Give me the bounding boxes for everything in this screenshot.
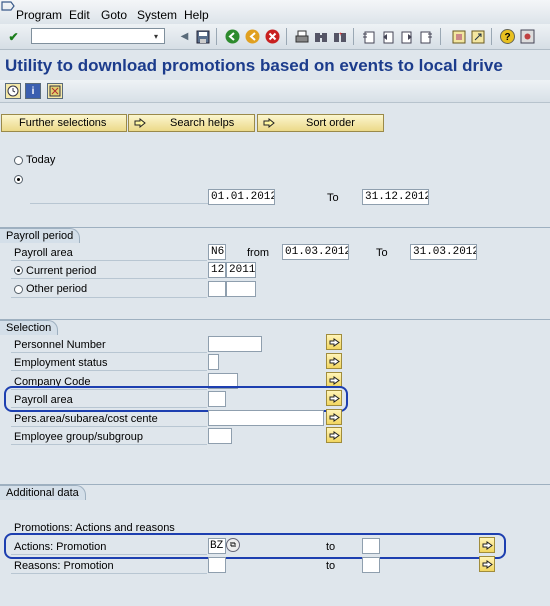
shortcut-icon[interactable]	[469, 28, 486, 45]
multiple-selection-button[interactable]	[326, 353, 342, 369]
personnel-number-field[interactable]	[208, 336, 262, 352]
find-icon[interactable]	[312, 28, 329, 45]
other-period-number-field[interactable]	[208, 281, 226, 297]
menu-edit[interactable]: Edit	[69, 8, 90, 22]
arrow-right-icon	[329, 356, 340, 366]
enter-icon[interactable]: ✔	[5, 28, 22, 45]
reasons-to-label: to	[326, 560, 336, 572]
pers-area-field[interactable]	[208, 410, 324, 426]
next-page-icon[interactable]	[398, 28, 415, 45]
reasons-promotion-label: Reasons: Promotion	[14, 560, 114, 572]
multiple-selection-button[interactable]	[479, 556, 495, 572]
date-to-field[interactable]: 31.12.2012	[362, 189, 429, 205]
multiple-selection-button[interactable]	[326, 409, 342, 425]
to-label: To	[327, 192, 339, 204]
arrow-right-icon	[329, 337, 340, 347]
from-label: from	[247, 247, 269, 259]
current-period-radio[interactable]	[14, 266, 23, 275]
payroll-period-header: Payroll period	[0, 228, 81, 243]
previous-page-icon[interactable]	[379, 28, 396, 45]
exit-icon[interactable]	[244, 28, 261, 45]
date-from-field[interactable]: 01.01.2012	[208, 189, 275, 205]
payroll-area-label: Payroll area	[14, 247, 73, 259]
help-icon[interactable]: ?	[499, 28, 516, 45]
command-field[interactable]	[31, 28, 165, 44]
personnel-number-label: Personnel Number	[14, 339, 106, 351]
pers-area-label: Pers.area/subarea/cost cente	[14, 413, 158, 425]
back-icon[interactable]	[224, 28, 241, 45]
current-period-label: Current period	[26, 265, 97, 277]
arrow-right-icon	[263, 118, 275, 128]
page-title: Utility to download promotions based on …	[5, 56, 503, 75]
today-radio[interactable]	[14, 156, 23, 165]
menu-system[interactable]: System	[137, 8, 177, 22]
employment-status-label: Employment status	[14, 357, 108, 369]
arrow-right-icon	[329, 375, 340, 385]
selection-header: Selection	[0, 320, 59, 335]
menu-help[interactable]: Help	[184, 8, 209, 22]
variant-icon[interactable]	[47, 83, 63, 99]
other-period-year-field[interactable]	[226, 281, 256, 297]
execute-icon[interactable]	[5, 83, 21, 99]
menu-bar: Program Edit Goto System Help	[0, 0, 550, 25]
highlight-payroll-area	[4, 386, 348, 412]
period-from-field[interactable]: 01.03.2012	[282, 244, 349, 260]
arrow-right-icon	[134, 118, 146, 128]
reasons-promotion-field[interactable]	[208, 557, 226, 573]
search-helps-button[interactable]: Search helps	[128, 114, 255, 132]
further-selections-button[interactable]: Further selections	[1, 114, 127, 132]
employee-group-field[interactable]	[208, 428, 232, 444]
reasons-to-field[interactable]	[362, 557, 380, 573]
last-page-icon[interactable]	[417, 28, 434, 45]
period-to-label: To	[376, 247, 388, 259]
customize-layout-icon[interactable]	[519, 28, 536, 45]
svg-text:+: +	[339, 32, 343, 38]
date-range-radio[interactable]	[14, 175, 23, 184]
print-icon[interactable]	[293, 28, 310, 45]
other-period-label: Other period	[26, 283, 88, 295]
menu-program[interactable]: Program	[16, 8, 62, 22]
arrow-right-icon	[329, 412, 340, 422]
arrow-right-icon	[329, 430, 340, 440]
multiple-selection-button[interactable]	[326, 334, 342, 350]
find-next-icon[interactable]: +	[331, 28, 348, 45]
payroll-area-field[interactable]: N6	[208, 244, 226, 260]
svg-text:?: ?	[505, 32, 511, 43]
cancel-icon[interactable]	[264, 28, 281, 45]
information-icon[interactable]: i	[25, 83, 41, 99]
arrow-right-icon	[482, 559, 493, 569]
employment-status-field[interactable]	[208, 354, 219, 370]
period-to-field[interactable]: 31.03.2012	[410, 244, 477, 260]
current-period-number-field[interactable]: 12	[208, 262, 226, 278]
save-icon[interactable]	[194, 28, 211, 45]
menu-goto[interactable]: Goto	[101, 8, 127, 22]
collapse-arrow-icon[interactable]: ◀	[176, 28, 193, 45]
first-page-icon[interactable]	[360, 28, 377, 45]
additional-data-header: Additional data	[0, 485, 86, 500]
employee-group-label: Employee group/subgroup	[14, 431, 144, 443]
other-period-radio[interactable]	[14, 285, 23, 294]
new-session-icon[interactable]	[450, 28, 467, 45]
today-label: Today	[26, 154, 56, 166]
standard-toolbar: ✔ ▾ ◀ + ?	[0, 24, 550, 50]
sort-order-button[interactable]: Sort order	[257, 114, 384, 132]
highlight-actions-promotion	[4, 533, 506, 559]
sap-app-icon[interactable]	[1, 1, 15, 11]
application-toolbar: i	[0, 80, 550, 103]
history-dropdown-icon[interactable]: ▾	[150, 28, 162, 45]
multiple-selection-button[interactable]	[326, 427, 342, 443]
current-period-year-field[interactable]: 2011	[226, 262, 256, 278]
